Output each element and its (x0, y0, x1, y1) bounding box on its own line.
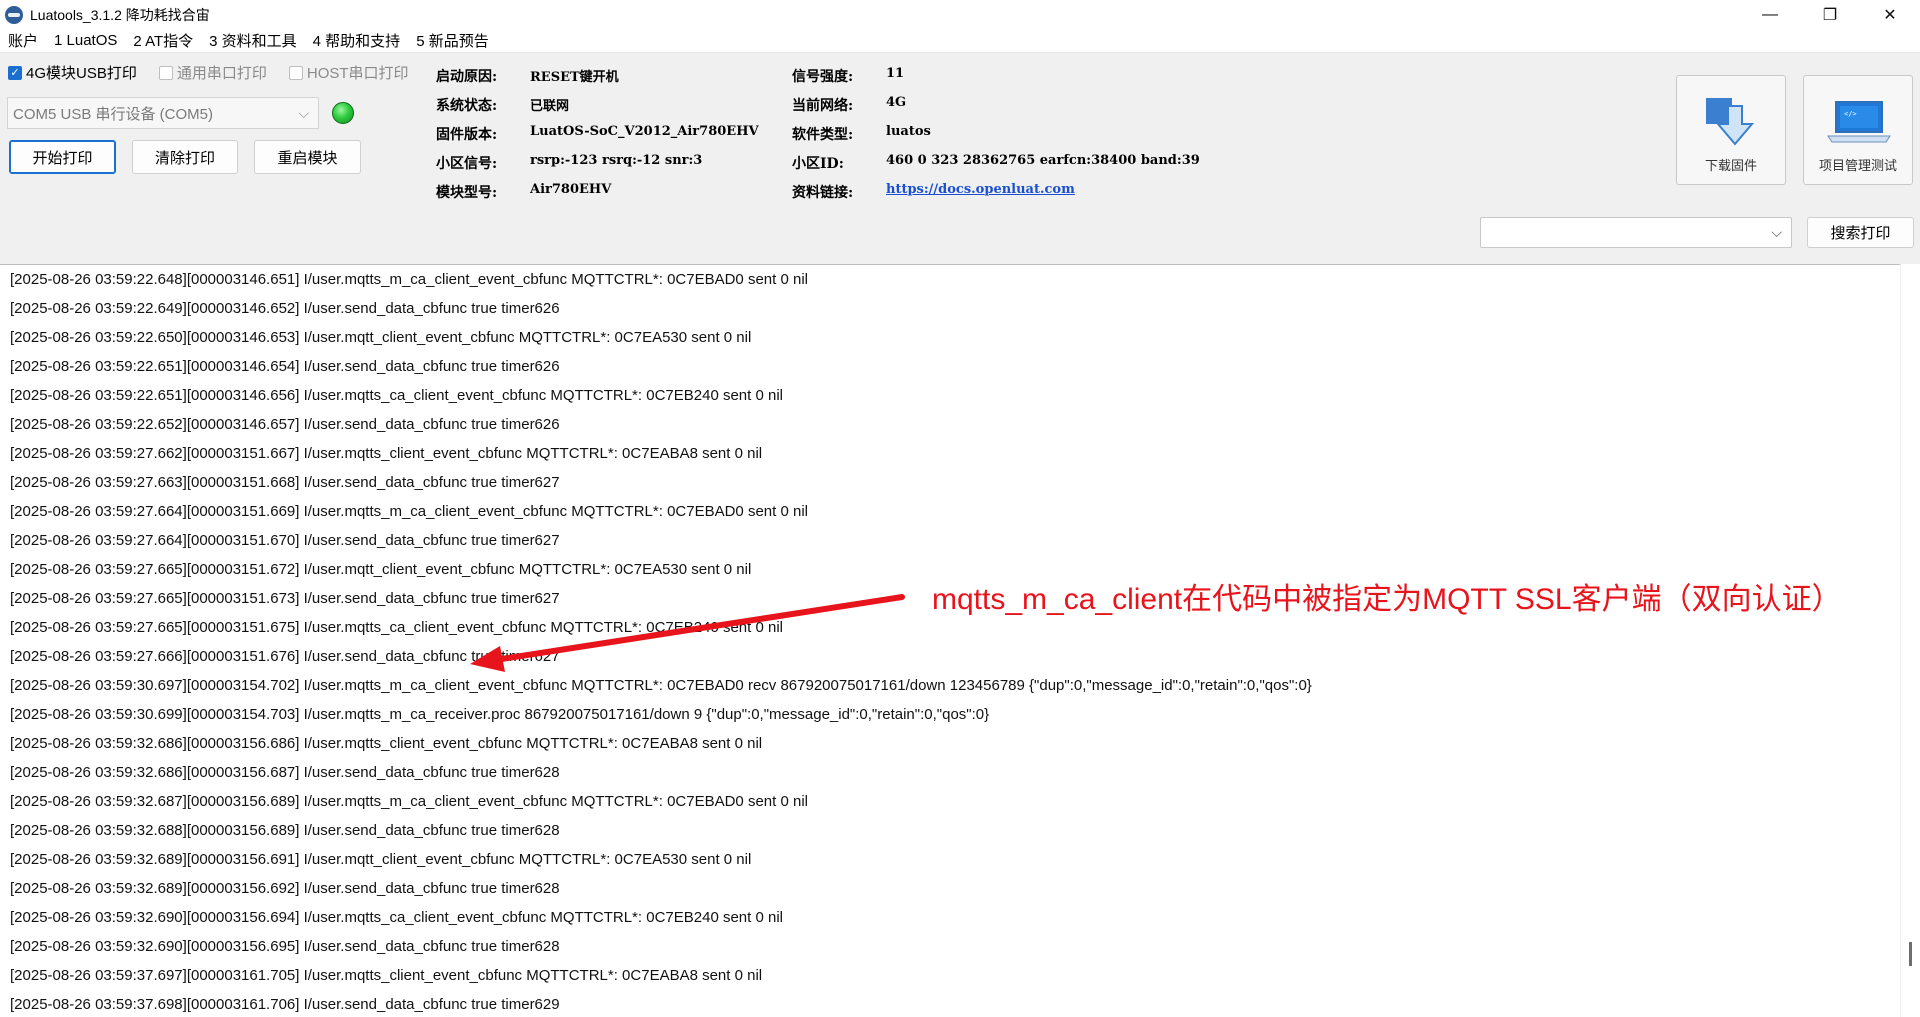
annotation-arrow-icon (470, 594, 905, 672)
annotation-text: mqtts_m_ca_client在代码中被指定为MQTT SSL客户端（双向认… (932, 583, 1842, 616)
